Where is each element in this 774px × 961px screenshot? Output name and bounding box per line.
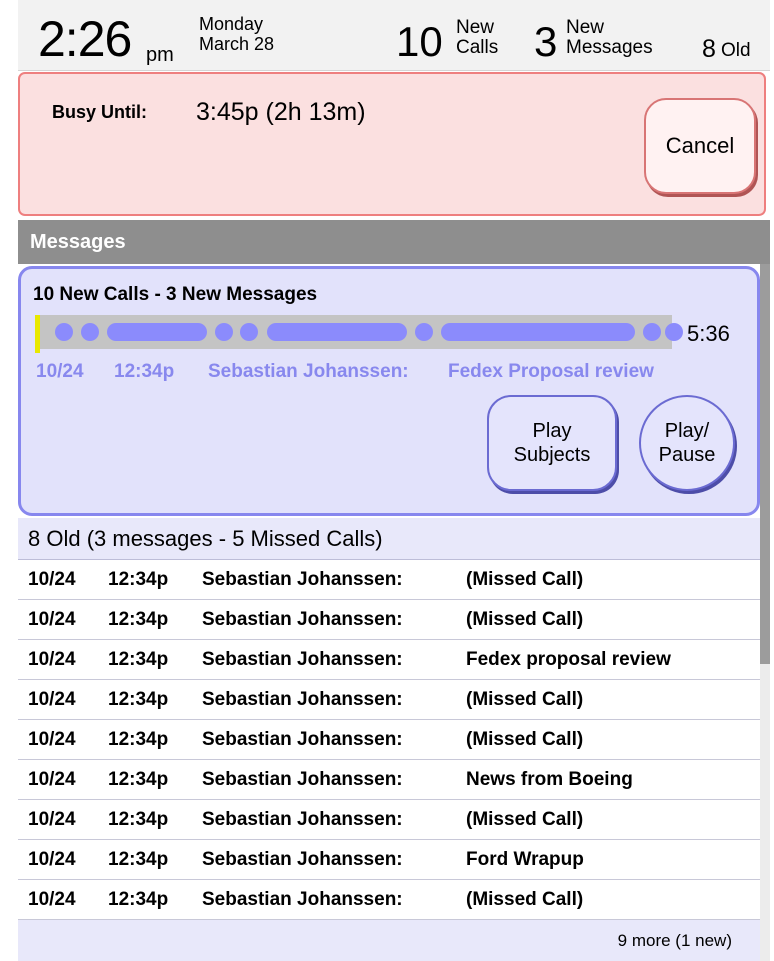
more-messages-link[interactable]: 9 more (1 new): [18, 920, 760, 961]
new-messages-count: 3: [534, 18, 558, 65]
row-subject: (Missed Call): [466, 889, 584, 910]
row-subject: (Missed Call): [466, 689, 584, 710]
timeline-segment[interactable]: [665, 323, 683, 341]
message-row[interactable]: 10/24 12:34p Sebastian Johanssen: Ford Wrap…: [18, 840, 760, 880]
row-name: Sebastian Johanssen:: [202, 889, 403, 910]
timeline-segment[interactable]: [267, 323, 407, 341]
row-time: 12:34p: [108, 849, 169, 870]
old-messages-list: 10/24 12:34p Sebastian Johanssen: (Missed C…: [18, 560, 760, 920]
new-messages-card: 10 New Calls - 3 New Messages 5:36 10/24…: [18, 266, 760, 516]
row-name: Sebastian Johanssen:: [202, 689, 403, 710]
row-subject: Fedex proposal review: [466, 649, 671, 670]
row-date: 10/24: [28, 769, 76, 790]
busy-label: Busy Until:: [52, 102, 148, 122]
old-count[interactable]: 8: [702, 35, 716, 64]
row-name: Sebastian Johanssen:: [202, 849, 403, 870]
total-duration: 5:36: [687, 321, 730, 346]
current-date: 10/24: [36, 361, 84, 382]
cancel-button[interactable]: Cancel: [644, 98, 756, 194]
timeline-segment[interactable]: [415, 323, 433, 341]
row-subject: (Missed Call): [466, 569, 584, 590]
current-subject: Fedex Proposal review: [448, 361, 654, 382]
row-time: 12:34p: [108, 649, 169, 670]
row-date: 10/24: [28, 849, 76, 870]
row-name: Sebastian Johanssen:: [202, 649, 403, 670]
row-name: Sebastian Johanssen:: [202, 729, 403, 750]
row-subject: News from Boeing: [466, 769, 633, 790]
timeline-segment[interactable]: [55, 323, 73, 341]
timeline-segment[interactable]: [441, 323, 635, 341]
new-calls-count: 10: [396, 18, 443, 65]
weekday: Monday: [199, 14, 264, 34]
play-pause-line1: Play/: [664, 420, 710, 442]
row-time: 12:34p: [108, 889, 169, 910]
message-row[interactable]: 10/24 12:34p Sebastian Johanssen: (Missed C…: [18, 720, 760, 760]
new-messages-summary: 10 New Calls - 3 New Messages: [33, 284, 318, 305]
row-date: 10/24: [28, 689, 76, 710]
row-time: 12:34p: [108, 689, 169, 710]
current-time: 12:34p: [114, 361, 175, 382]
row-date: 10/24: [28, 649, 76, 670]
status-bar: 2:26 pm Monday March 28 10 New Calls 3 N…: [18, 0, 770, 71]
message-row[interactable]: 10/24 12:34p Sebastian Johanssen: (Missed C…: [18, 560, 760, 600]
message-row[interactable]: 10/24 12:34p Sebastian Johanssen: (Missed C…: [18, 800, 760, 840]
current-name: Sebastian Johanssen:: [208, 361, 409, 382]
new-calls-label: New Calls: [456, 18, 498, 58]
row-subject: (Missed Call): [466, 729, 584, 750]
play-pause-button[interactable]: Play/ Pause: [639, 395, 735, 491]
timeline-segment[interactable]: [81, 323, 99, 341]
row-subject: (Missed Call): [466, 809, 584, 830]
message-row[interactable]: 10/24 12:34p Sebastian Johanssen: News from…: [18, 760, 760, 800]
row-name: Sebastian Johanssen:: [202, 609, 403, 630]
date: March 28: [199, 34, 275, 54]
new-calls-label-line2: Calls: [456, 37, 499, 58]
current-message[interactable]: 10/24 12:34p Sebastian Johanssen: Fedex Pro…: [36, 361, 654, 383]
timeline-segment[interactable]: [107, 323, 207, 341]
old-label: Old: [721, 40, 751, 61]
timeline-segment[interactable]: [240, 323, 258, 341]
busy-until-value: 3:45p (2h 13m): [196, 98, 366, 126]
row-date: 10/24: [28, 889, 76, 910]
row-name: Sebastian Johanssen:: [202, 809, 403, 830]
play-subjects-line2: Subjects: [513, 444, 591, 466]
row-subject: (Missed Call): [466, 609, 584, 630]
timeline-segment[interactable]: [215, 323, 233, 341]
play-pause-line2: Pause: [658, 444, 716, 466]
clock-time: 2:26: [38, 11, 132, 67]
row-name: Sebastian Johanssen:: [202, 769, 403, 790]
messages-header: Messages: [18, 220, 770, 264]
playhead-marker[interactable]: [35, 315, 40, 353]
date-display: Monday March 28: [199, 14, 274, 54]
clock-ampm: pm: [146, 44, 174, 66]
row-time: 12:34p: [108, 569, 169, 590]
scrollbar-thumb[interactable]: [760, 264, 770, 664]
new-calls-label-line1: New: [456, 17, 495, 38]
row-date: 10/24: [28, 809, 76, 830]
row-time: 12:34p: [108, 769, 169, 790]
play-subjects-line1: Play: [532, 420, 572, 442]
row-date: 10/24: [28, 729, 76, 750]
play-subjects-button[interactable]: Play Subjects: [487, 395, 617, 491]
row-time: 12:34p: [108, 729, 169, 750]
message-row[interactable]: 10/24 12:34p Sebastian Johanssen: (Missed C…: [18, 680, 760, 720]
row-date: 10/24: [28, 569, 76, 590]
busy-panel: Busy Until: 3:45p (2h 13m) Cancel: [18, 72, 766, 216]
row-subject: Ford Wrapup: [466, 849, 584, 870]
message-timeline[interactable]: [35, 315, 683, 353]
timeline-segment[interactable]: [643, 323, 661, 341]
new-messages-label-line2: Messages: [566, 37, 653, 58]
scrollbar[interactable]: [760, 264, 770, 961]
row-time: 12:34p: [108, 809, 169, 830]
message-row[interactable]: 10/24 12:34p Sebastian Johanssen: (Missed C…: [18, 600, 760, 640]
old-messages-header: 8 Old (3 messages - 5 Missed Calls): [18, 518, 760, 560]
message-row[interactable]: 10/24 12:34p Sebastian Johanssen: (Missed C…: [18, 880, 760, 920]
new-messages-label: New Messages: [566, 18, 653, 58]
row-time: 12:34p: [108, 609, 169, 630]
message-row[interactable]: 10/24 12:34p Sebastian Johanssen: Fedex pro…: [18, 640, 760, 680]
new-messages-label-line1: New: [566, 17, 605, 38]
row-date: 10/24: [28, 609, 76, 630]
row-name: Sebastian Johanssen:: [202, 569, 403, 590]
